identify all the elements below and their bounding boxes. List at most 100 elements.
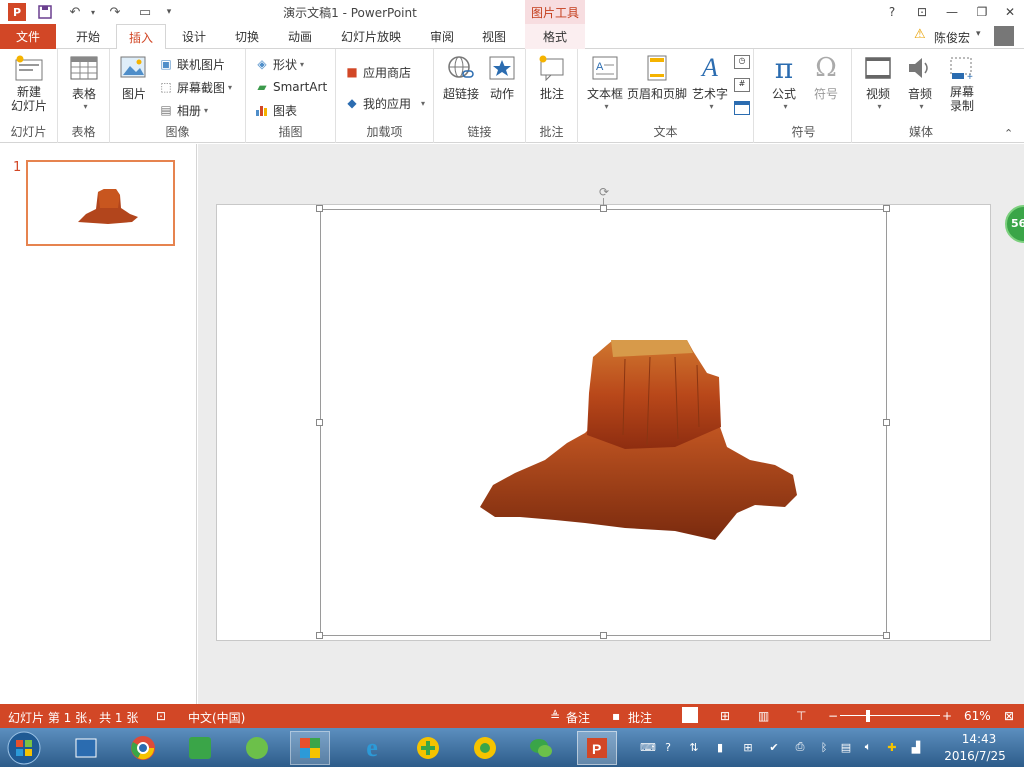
network-tray-icon[interactable]: ⇅ [686,739,702,755]
equation-button[interactable]: π 公式 ▾ [764,52,804,112]
user-name[interactable]: 陈俊宏 [934,29,970,46]
clipboard-icon[interactable]: ▤ [838,739,854,755]
resize-handle-top[interactable] [600,205,607,212]
printer-icon[interactable]: ⎙ [792,739,808,755]
tab-slideshow[interactable]: 幻灯片放映 [330,24,412,49]
store-button[interactable]: ■ 应用商店 [344,62,411,82]
help-icon[interactable]: ? [880,2,904,22]
wordart-button[interactable]: A 艺术字 ▾ [690,53,730,111]
green-app-icon[interactable] [180,731,220,765]
video-button[interactable]: 视频 ▾ [858,53,898,111]
zoom-in-icon[interactable]: + [942,709,952,723]
tab-insert[interactable]: 插入 [116,24,166,50]
comments-button[interactable]: 批注 [628,709,652,726]
tab-transitions[interactable]: 切换 [222,24,272,49]
notes-button[interactable]: 备注 [566,709,590,726]
table-button[interactable]: 表格 ▾ [64,53,104,111]
resize-handle-top-left[interactable] [316,205,323,212]
tab-file[interactable]: 文件 [0,24,56,49]
zoom-out-icon[interactable]: − [828,709,838,723]
slide-sorter-icon[interactable]: ⊞ [720,709,730,723]
avatar[interactable] [994,26,1014,46]
normal-view-icon[interactable] [682,707,698,723]
zoom-slider-thumb[interactable] [866,710,870,722]
collapse-ribbon-icon[interactable]: ⌃ [1004,127,1013,140]
notes-icon[interactable]: ≜ [550,709,560,723]
rotate-handle-icon[interactable]: ⟳ [597,185,611,199]
ribbon-display-options-icon[interactable]: ⊡ [910,2,934,22]
audio-icon [905,53,935,83]
tab-review[interactable]: 审阅 [418,24,466,49]
volume-icon[interactable]: 🔈︎ [860,739,876,755]
photo-album-button[interactable]: ▤ 相册 ▾ [158,100,208,120]
close-icon[interactable]: ✕ [998,2,1022,22]
tab-animations[interactable]: 动画 [276,24,324,49]
new-slide-button[interactable]: 新建 幻灯片 [4,53,54,113]
slide-thumbnail[interactable] [26,160,175,246]
chrome-icon[interactable] [123,731,163,765]
screen-recording-button[interactable]: + 屏幕 录制 [942,53,982,113]
clock-date[interactable]: 2016/7/25 [936,749,1014,763]
screenshot-button[interactable]: ⬚ 屏幕截图 ▾ [158,77,232,97]
signal-icon[interactable]: ▟ [908,739,924,755]
slideshow-view-icon[interactable]: ⊤ [796,709,806,723]
reading-view-icon[interactable]: ▥ [758,709,769,723]
comments-icon[interactable]: ▪ [612,709,620,723]
my-apps-button[interactable]: ◆ 我的应用 ▾ [344,93,425,113]
start-button[interactable] [4,731,44,765]
wechat-icon[interactable] [521,731,561,765]
music-app-icon[interactable] [465,731,505,765]
resize-handle-bottom-left[interactable] [316,632,323,639]
date-time-icon[interactable]: ◷ [734,55,750,69]
restore-icon[interactable]: ❐ [970,2,994,22]
security-guard-icon[interactable] [408,731,448,765]
security-tray-icon[interactable]: ✚ [884,739,900,755]
resize-handle-right[interactable] [883,419,890,426]
tab-design[interactable]: 设计 [170,24,218,49]
tab-format[interactable]: 格式 [525,24,585,49]
fit-to-window-icon[interactable]: ⊠ [1004,709,1014,723]
object-icon[interactable] [734,101,750,115]
bluetooth-icon[interactable]: ᛒ [816,739,832,755]
online-pictures-button[interactable]: ▣ 联机图片 [158,54,225,74]
shield-icon[interactable]: ✔ [766,739,782,755]
user-dropdown-icon[interactable]: ▾ [976,29,981,39]
windows-tray-icon[interactable]: ⊞ [740,739,756,755]
smartart-label: SmartArt [273,80,328,94]
smartart-button[interactable]: ▰ SmartArt [254,77,327,97]
help-tray-icon[interactable]: ? [660,739,676,755]
keyboard-icon[interactable]: ⌨ [640,739,656,755]
hyperlink-button[interactable]: 超链接 [440,53,482,102]
picture-selection-frame[interactable] [320,209,887,636]
resize-handle-left[interactable] [316,419,323,426]
symbol-button[interactable]: Ω 符号 [806,53,846,102]
shapes-button[interactable]: ◈ 形状 ▾ [254,54,304,74]
clock-time[interactable]: 14:43 [944,732,1014,746]
slide-info[interactable]: 幻灯片 第 1 张，共 1 张 [8,709,138,726]
spell-check-icon[interactable]: ⊡ [156,709,166,723]
zoom-level[interactable]: 61% [964,709,991,723]
comment-button[interactable]: 批注 [532,53,572,102]
comment-icon [537,53,567,83]
powerpoint-taskbar-icon[interactable]: P [577,731,617,765]
chart-button[interactable]: 图表 [254,100,297,120]
picture-button[interactable]: 图片 [116,53,152,102]
header-footer-button[interactable]: 页眉和页脚 [626,53,688,102]
tab-view[interactable]: 视图 [470,24,518,49]
minimize-icon[interactable]: — [940,2,964,22]
textbox-button[interactable]: A 文本框 ▾ [582,53,628,111]
slide-number-icon[interactable]: # [734,78,750,92]
browser-green-icon[interactable] [237,731,277,765]
audio-button[interactable]: 音频 ▾ [900,53,940,111]
language-indicator[interactable]: 中文(中国) [188,709,245,726]
puzzle-app-icon[interactable] [290,731,330,765]
internet-explorer-icon[interactable]: e [352,731,392,765]
action-button[interactable]: 动作 [484,53,520,102]
battery-icon[interactable]: ▮ [712,739,728,755]
zoom-slider-track[interactable] [840,715,940,716]
resize-handle-bottom-right[interactable] [883,632,890,639]
taskview-icon[interactable] [66,731,106,765]
resize-handle-top-right[interactable] [883,205,890,212]
tab-home[interactable]: 开始 [62,24,114,49]
resize-handle-bottom[interactable] [600,632,607,639]
